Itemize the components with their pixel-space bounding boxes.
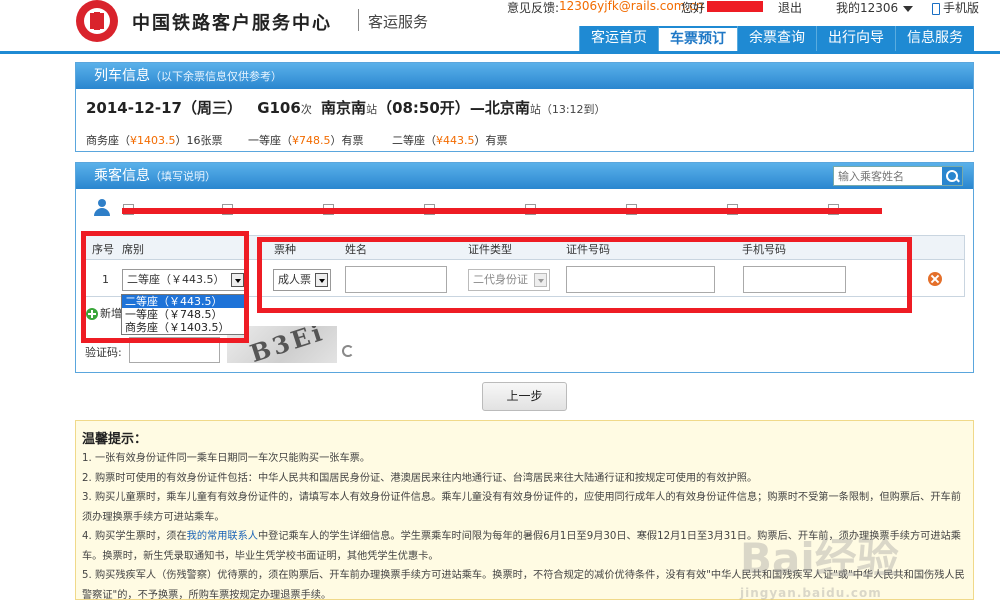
train-suffix: 次 [300,103,312,116]
user-icon [94,199,110,217]
nav-info-service[interactable]: 信息服务 [895,26,974,51]
nav-strip [0,51,1000,54]
highlight-box-seat [81,231,249,343]
panel-note: （以下余票信息仅供参考） [150,70,282,83]
fare-first-class: 一等座（¥748.5）有票 [248,134,364,147]
captcha-label: 验证码: [85,346,122,359]
watermark: Bai经验 jingyan.baidu.com [740,525,899,600]
arrow: — [469,99,485,117]
panel-title: 列车信息 [94,68,150,84]
to-station: 北京南 [484,99,530,117]
from-station: 南京南 [321,99,367,117]
station-suffix: 站 [529,103,541,116]
divider [358,9,359,31]
greeting-text: 您好 [681,1,706,15]
delete-icon[interactable] [928,272,942,286]
nav-travel-guide[interactable]: 出行向导 [816,26,895,51]
logout-link[interactable]: 退出 [778,0,802,16]
highlight-box-passenger [257,237,912,313]
station-suffix: 站 [366,103,378,116]
fare-business: 商务座（¥1403.5）16张票 [86,134,223,147]
tip-item: 2. 购票时可使用的有效身份证件包括：中华人民共和国居民身份证、港澳居民来往内地… [82,472,758,484]
watermark-text: Bai经验 [740,534,899,583]
search-icon[interactable] [942,167,962,185]
captcha-text: B3Ei [246,326,329,363]
feedback-label: 意见反馈: [507,1,560,15]
site-subtitle: 客运服务 [368,13,429,31]
chevron-down-icon [903,5,914,12]
nav-ticket-booking[interactable]: 车票预订 [658,26,737,51]
header: 中国铁路客户服务中心 客运服务 意见反馈: 12306yjfk@rails.co… [0,0,1000,52]
nav-home[interactable]: 客运首页 [579,26,658,51]
arrive-time: （13:12到） [540,103,606,116]
panel-header: 列车信息（以下余票信息仅供参考） [76,63,973,89]
my-account-menu[interactable]: 我的12306 [836,0,914,16]
watermark-sub: jingyan.baidu.com [740,586,882,600]
mobile-label: 手机版 [943,1,980,15]
passenger-search [833,166,963,186]
phone-icon [932,2,940,15]
main-nav: 客运首页 车票预订 余票查询 出行向导 信息服务 [579,26,974,51]
redacted-contact-names [122,208,882,214]
nav-remaining-tickets[interactable]: 余票查询 [737,26,816,51]
travel-date: 2014-12-17（周三） [86,99,242,117]
refresh-icon[interactable] [342,345,354,357]
depart-time: （08:50开） [377,99,470,117]
panel-title: 乘客信息 [94,168,150,184]
fill-instructions-link[interactable]: （填写说明） [150,170,216,183]
site-name: 中国铁路客户服务中心 [132,13,332,34]
contacts-link[interactable]: 我的常用联系人 [187,531,258,542]
train-info-panel: 列车信息（以下余票信息仅供参考） 2014-12-17（周三） G106次 南京… [75,62,974,152]
mobile-link[interactable]: 手机版 [932,0,979,16]
railway-logo-icon[interactable] [76,0,118,42]
passenger-search-input[interactable] [834,167,942,185]
tips-title: 温馨提示： [82,432,148,447]
my-account-label: 我的12306 [836,1,899,15]
train-summary: 2014-12-17（周三） G106次 南京南站（08:50开）—北京南站（1… [86,97,606,118]
prev-step-button[interactable]: 上一步 [482,382,567,411]
tip-item: 1. 一张有效身份证件同一乘车日期同一车次只能购买一张车票。 [82,453,371,464]
train-number: G106 [257,99,301,117]
tip-item: 3. 购买儿童票时，乘车儿童有有效身份证件的，请填写本人有效身份证件信息。乘车儿… [82,492,961,523]
fare-second-class: 二等座（¥443.5）有票 [392,134,508,147]
redacted-username [707,1,763,12]
